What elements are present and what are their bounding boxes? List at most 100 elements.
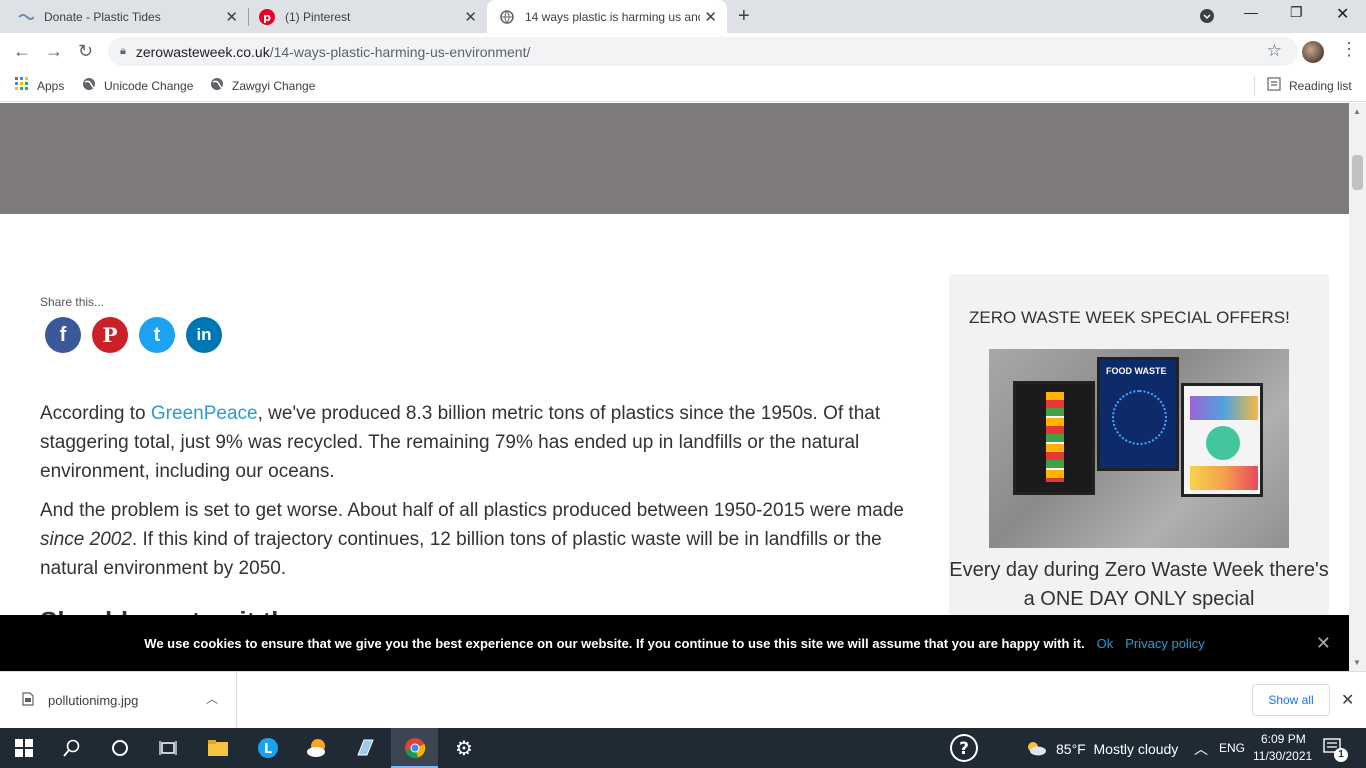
plastic-tides-icon — [18, 9, 34, 25]
web-page: Share this... f P t in According to Gree… — [0, 103, 1349, 671]
bookmark-zawgyi[interactable]: Zawgyi Change — [210, 77, 315, 94]
windows-start-icon[interactable] — [12, 736, 36, 760]
minimize-icon[interactable]: — — [1244, 4, 1258, 20]
globe-icon — [499, 9, 515, 25]
scroll-up-icon[interactable]: ▲ — [1353, 107, 1361, 116]
reload-icon[interactable]: ↻ — [78, 41, 93, 62]
chevron-up-icon[interactable]: ︿ — [1194, 739, 1208, 759]
facebook-share-button[interactable]: f — [45, 317, 81, 353]
close-icon[interactable]: ✕ — [1316, 633, 1331, 654]
search-icon[interactable] — [60, 736, 84, 760]
weather-app-icon[interactable] — [305, 736, 329, 760]
app-l-icon[interactable]: L — [256, 736, 280, 760]
clock-date[interactable]: 11/30/2021 — [1253, 749, 1312, 763]
bookmark-unicode[interactable]: Unicode Change — [82, 77, 193, 94]
svg-text:p: p — [263, 11, 271, 24]
download-item[interactable]: pollutionimg.jpg ︿ — [0, 672, 237, 728]
privacy-policy-link[interactable]: Privacy policy — [1125, 636, 1204, 651]
file-explorer-icon[interactable] — [206, 736, 230, 760]
greenpeace-link[interactable]: GreenPeace — [151, 403, 258, 424]
show-all-button[interactable]: Show all — [1252, 684, 1330, 716]
cookie-banner: We use cookies to ensure that we give yo… — [0, 615, 1349, 671]
forward-icon[interactable]: → — [45, 41, 63, 62]
scrollbar-thumb[interactable] — [1352, 155, 1363, 190]
twitter-share-button[interactable]: t — [139, 317, 175, 353]
poster-title: FOOD WASTE — [1106, 366, 1167, 376]
tab-zerowaste[interactable]: 14 ways plastic is harming us and ✕ — [487, 0, 727, 33]
linkedin-icon: in — [196, 325, 212, 344]
reading-list-label: Reading list — [1289, 78, 1352, 93]
emphasis: since 2002 — [40, 529, 132, 550]
cortana-icon[interactable] — [108, 736, 132, 760]
back-icon[interactable]: ← — [13, 41, 31, 62]
svg-text:L: L — [264, 742, 272, 757]
reading-list-icon — [1267, 77, 1281, 94]
avatar[interactable] — [1302, 41, 1324, 63]
help-icon[interactable]: ? — [949, 733, 979, 763]
download-filename: pollutionimg.jpg — [48, 692, 139, 708]
taskbar: L ⚙ ? 85°F Mostly cloudy ︿ ENG 6:09 PM 1… — [0, 728, 1366, 768]
close-tab-icon[interactable]: ✕ — [225, 8, 238, 26]
chevron-up-icon[interactable]: ︿ — [206, 690, 218, 707]
apps-grid-icon — [15, 77, 29, 94]
settings-gear-icon[interactable]: ⚙ — [452, 736, 476, 760]
task-view-icon[interactable] — [156, 736, 180, 760]
tab-title: 14 ways plastic is harming us and — [525, 9, 700, 24]
paragraph: And the problem is set to get worse. Abo… — [40, 496, 940, 583]
tab-title: Donate - Plastic Tides — [44, 9, 161, 24]
url-path: /14-ways-plastic-harming-us-environment/ — [269, 43, 531, 60]
bookmarks-bar: Apps Unicode Change Zawgyi Change Readin… — [0, 70, 1366, 102]
address-bar[interactable]: 🔒︎ zerowasteweek.co.uk/14-ways-plastic-h… — [108, 37, 1298, 66]
cookie-ok-button[interactable]: Ok — [1097, 636, 1114, 651]
cloud-icon — [1024, 736, 1048, 760]
pinterest-icon: p — [259, 8, 275, 25]
close-tab-icon[interactable]: ✕ — [464, 8, 477, 26]
weather-text[interactable]: 85°F Mostly cloudy — [1056, 741, 1178, 757]
clock-time[interactable]: 6:09 PM — [1261, 732, 1306, 746]
pinterest-icon: P — [102, 323, 118, 347]
close-window-icon[interactable]: ✕ — [1336, 4, 1349, 24]
promo-image[interactable]: FOOD WASTE — [989, 349, 1289, 548]
toolbar: ← → ↻ 🔒︎ zerowasteweek.co.uk/14-ways-pla… — [0, 33, 1366, 70]
facebook-icon: f — [59, 323, 67, 346]
globe-icon — [210, 77, 224, 94]
url-domain: zerowasteweek.co.uk — [135, 43, 270, 60]
close-icon[interactable]: ✕ — [1341, 690, 1354, 710]
notes-app-icon[interactable] — [353, 736, 377, 760]
divider — [1254, 76, 1255, 96]
scroll-down-icon[interactable]: ▼ — [1353, 658, 1361, 667]
tab-search-icon[interactable] — [1199, 8, 1215, 27]
download-bar: pollutionimg.jpg ︿ Show all ✕ — [0, 671, 1366, 728]
reading-list-button[interactable]: Reading list — [1267, 77, 1352, 94]
svg-text:?: ? — [959, 739, 969, 759]
text: According to — [40, 403, 151, 424]
new-tab-button[interactable]: + — [738, 5, 750, 28]
tab-donate[interactable]: Donate - Plastic Tides ✕ — [0, 0, 248, 33]
bookmark-label: Apps — [37, 78, 65, 93]
tab-title: (1) Pinterest — [285, 9, 351, 24]
poster-left — [1013, 381, 1095, 495]
tab-pinterest[interactable]: p (1) Pinterest ✕ — [249, 0, 487, 33]
linkedin-share-button[interactable]: in — [186, 317, 222, 353]
text: . If this kind of trajectory continues, … — [40, 529, 882, 579]
share-label: Share this... — [40, 295, 105, 309]
star-icon[interactable]: ☆ — [1267, 41, 1282, 61]
bookmark-apps[interactable]: Apps — [15, 77, 64, 94]
menu-icon[interactable]: ⋮ — [1340, 39, 1358, 60]
restore-icon[interactable]: ❐ — [1290, 4, 1303, 21]
sidebar-offers: ZERO WASTE WEEK SPECIAL OFFERS! FOOD WAS… — [949, 274, 1329, 671]
cookie-message: We use cookies to ensure that we give yo… — [144, 635, 1085, 651]
globe-icon — [82, 77, 96, 94]
chrome-icon[interactable] — [403, 736, 427, 760]
notification-badge: 1 — [1334, 748, 1348, 762]
pinterest-share-button[interactable]: P — [92, 317, 128, 353]
poster-right — [1181, 383, 1263, 497]
language-indicator[interactable]: ENG — [1219, 741, 1245, 755]
lock-icon: 🔒︎ — [120, 45, 126, 57]
file-icon — [22, 691, 34, 709]
scrollbar[interactable]: ▲ ▼ — [1349, 103, 1366, 671]
close-tab-icon[interactable]: ✕ — [704, 8, 717, 26]
text: And the problem is set to get worse. Abo… — [40, 500, 904, 521]
sidebar-title: ZERO WASTE WEEK SPECIAL OFFERS! — [969, 308, 1290, 327]
paragraph: According to GreenPeace, we've produced … — [40, 399, 940, 486]
